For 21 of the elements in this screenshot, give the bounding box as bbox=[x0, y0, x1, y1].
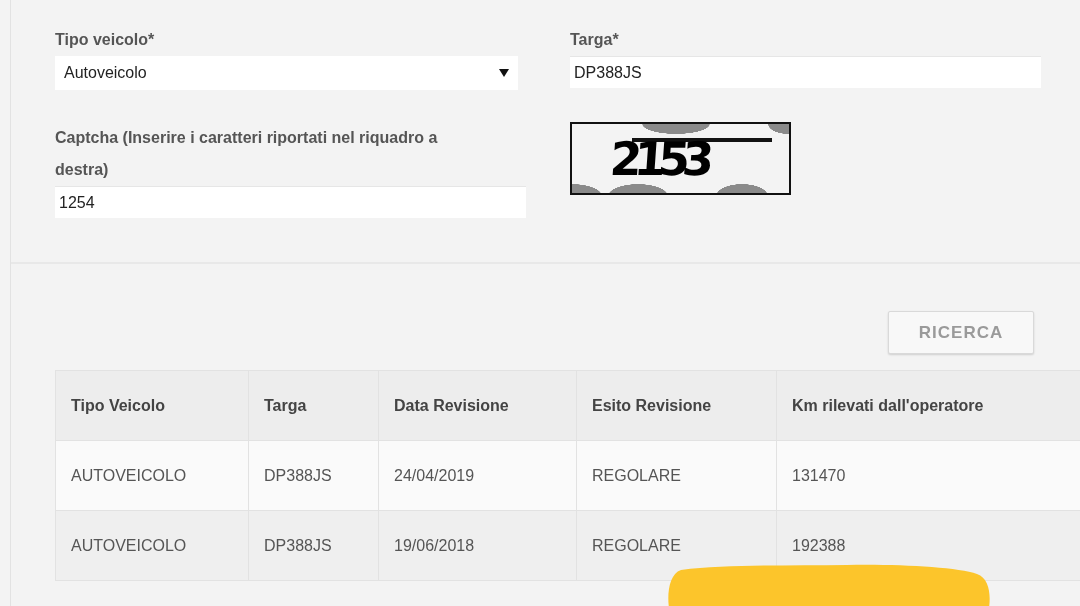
table-cell: DP388JS bbox=[248, 440, 379, 511]
table-cell: AUTOVEICOLO bbox=[55, 510, 249, 581]
field-label: Captcha (Inserire i caratteri riportati nel riquadro a destra) bbox=[55, 128, 439, 180]
table-cell: 131470 bbox=[776, 440, 1080, 511]
field-label: Tipo veicolo* bbox=[55, 30, 155, 50]
column-header: Data Revisione bbox=[378, 370, 577, 441]
table-cell: 24/04/2019 bbox=[378, 440, 577, 511]
text-field[interactable]: DP388JS bbox=[570, 56, 1041, 88]
vehicle-type-select[interactable]: Autoveicolo bbox=[55, 56, 518, 90]
column-header: Targa bbox=[248, 370, 379, 441]
column-header: Esito Revisione bbox=[576, 370, 777, 441]
table-cell: DP388JS bbox=[248, 510, 379, 581]
table-cell: 19/06/2018 bbox=[378, 510, 577, 581]
text-field[interactable]: 1254 bbox=[55, 186, 526, 218]
field-label: Targa* bbox=[570, 30, 619, 50]
table-cell: AUTOVEICOLO bbox=[55, 440, 249, 511]
column-header: Tipo Veicolo bbox=[55, 370, 249, 441]
caret-icon bbox=[499, 69, 509, 77]
table-cell: REGOLARE bbox=[576, 440, 777, 511]
captcha-text: 2153 bbox=[608, 135, 708, 182]
column-header: Km rilevati dall'operatore bbox=[776, 370, 1080, 441]
